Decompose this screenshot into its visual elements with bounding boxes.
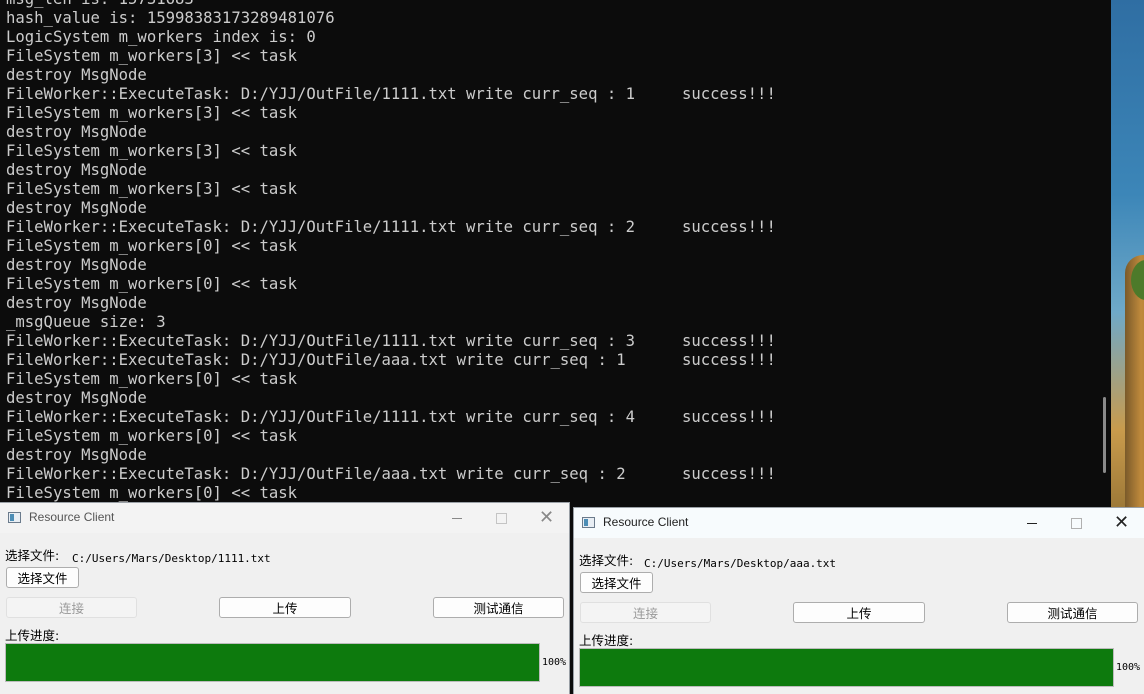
upload-progress-bar xyxy=(5,643,540,682)
select-file-button[interactable]: 选择文件 xyxy=(580,572,653,593)
console-line: FileWorker::ExecuteTask: D:/YJJ/OutFile/… xyxy=(6,408,776,426)
console-line: FileSystem m_workers[0] << task xyxy=(6,370,298,388)
console-line: FileSystem m_workers[3] << task xyxy=(6,104,298,122)
console-window[interactable]: msg_len is: 15731683hash_value is: 15998… xyxy=(0,0,1111,505)
console-line: msg_len is: 15731683 xyxy=(6,0,1111,9)
console-line: _msgQueue size: 3 xyxy=(6,313,166,331)
select-file-button[interactable]: 选择文件 xyxy=(6,567,79,588)
console-line: destroy MsgNode xyxy=(6,123,147,141)
app-window-icon xyxy=(582,517,595,528)
upload-progress-label: 上传进度: xyxy=(579,633,634,648)
console-line: destroy MsgNode xyxy=(6,199,147,217)
resource-client-window-1: Resource Client ✕ 选择文件: C:/Users/Mars/De… xyxy=(0,503,569,694)
progress-percent: 100% xyxy=(1116,662,1141,673)
console-line: FileWorker::ExecuteTask: D:/YJJ/OutFile/… xyxy=(6,332,776,350)
app-window-icon xyxy=(8,512,21,523)
minimize-icon xyxy=(451,517,462,519)
console-line: FileWorker::ExecuteTask: D:/YJJ/OutFile/… xyxy=(6,351,776,369)
maximize-button[interactable] xyxy=(479,503,524,533)
test-communication-button[interactable]: 测试通信 xyxy=(1007,602,1138,623)
console-line: destroy MsgNode xyxy=(6,66,147,84)
console-line: destroy MsgNode xyxy=(6,446,147,464)
minimize-button[interactable] xyxy=(434,503,479,533)
console-line: FileWorker::ExecuteTask: D:/YJJ/OutFile/… xyxy=(6,218,776,236)
close-button[interactable]: ✕ xyxy=(1099,508,1144,538)
progress-percent: 100% xyxy=(542,657,567,668)
console-line: FileWorker::ExecuteTask: D:/YJJ/OutFile/… xyxy=(6,85,776,103)
titlebar[interactable]: Resource Client ✕ xyxy=(0,503,569,533)
console-line: destroy MsgNode xyxy=(6,389,147,407)
maximize-icon xyxy=(1071,517,1082,529)
console-output: msg_len is: 15731683hash_value is: 15998… xyxy=(6,0,1111,503)
console-line: destroy MsgNode xyxy=(6,256,147,274)
maximize-icon xyxy=(496,512,507,524)
console-scrollbar[interactable] xyxy=(1103,397,1106,473)
upload-button[interactable]: 上传 xyxy=(793,602,925,623)
resource-client-window-2: Resource Client ✕ 选择文件: C:/Users/Mars/De… xyxy=(574,508,1144,694)
progress-fill xyxy=(6,644,539,681)
upload-progress-bar xyxy=(579,648,1114,687)
window-title: Resource Client xyxy=(603,515,689,529)
file-path-text: C:/Users/Mars/Desktop/aaa.txt xyxy=(644,557,837,570)
titlebar[interactable]: Resource Client ✕ xyxy=(574,508,1144,538)
close-icon: ✕ xyxy=(1113,512,1130,533)
console-line: destroy MsgNode xyxy=(6,294,147,312)
console-line: FileSystem m_workers[0] << task xyxy=(6,237,298,255)
select-file-label: 选择文件: xyxy=(5,548,60,563)
console-line: FileSystem m_workers[3] << task xyxy=(6,47,298,65)
console-line: FileWorker::ExecuteTask: D:/YJJ/OutFile/… xyxy=(6,465,776,483)
window-title: Resource Client xyxy=(29,510,115,524)
upload-progress-label: 上传进度: xyxy=(5,628,60,643)
upload-button[interactable]: 上传 xyxy=(219,597,351,618)
connect-button[interactable]: 连接 xyxy=(580,602,711,623)
console-line: LogicSystem m_workers index is: 0 xyxy=(6,28,316,46)
console-line: destroy MsgNode xyxy=(6,161,147,179)
console-line: FileSystem m_workers[3] << task xyxy=(6,142,298,160)
console-line: FileSystem m_workers[0] << task xyxy=(6,275,298,293)
test-communication-button[interactable]: 测试通信 xyxy=(433,597,564,618)
console-line: FileSystem m_workers[3] << task xyxy=(6,180,298,198)
file-path-text: C:/Users/Mars/Desktop/1111.txt xyxy=(72,552,271,565)
console-line: FileSystem m_workers[0] << task xyxy=(6,484,298,502)
minimize-button[interactable] xyxy=(1009,508,1054,538)
close-icon: ✕ xyxy=(538,507,555,528)
maximize-button[interactable] xyxy=(1054,508,1099,538)
console-line: FileSystem m_workers[0] << task xyxy=(6,427,298,445)
close-button[interactable]: ✕ xyxy=(524,503,569,533)
connect-button[interactable]: 连接 xyxy=(6,597,137,618)
progress-fill xyxy=(580,649,1113,686)
console-line: hash_value is: 15998383173289481076 xyxy=(6,9,335,27)
select-file-label: 选择文件: xyxy=(579,553,634,568)
minimize-icon xyxy=(1026,522,1037,524)
